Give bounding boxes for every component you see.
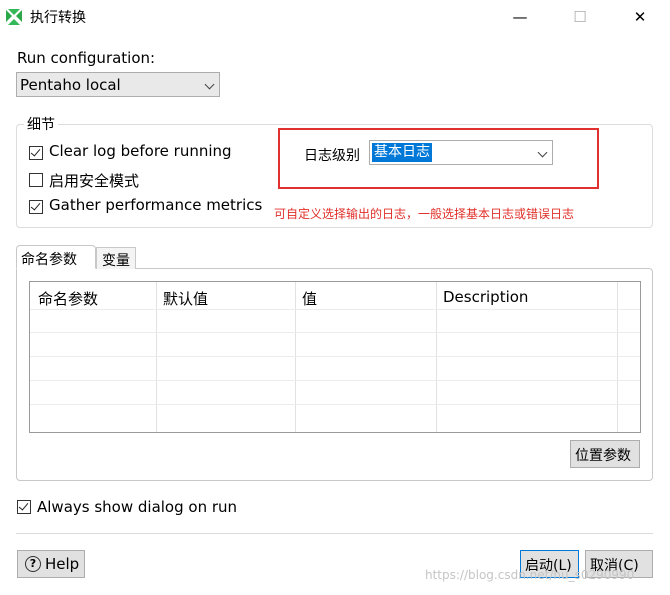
column-divider — [295, 282, 296, 432]
close-button[interactable]: ✕ — [625, 6, 655, 28]
clear-log-label: Clear log before running — [49, 142, 232, 160]
positional-params-button[interactable]: 位置参数 — [570, 440, 640, 468]
safe-mode-checkbox[interactable] — [29, 173, 43, 187]
clear-log-checkbox[interactable] — [29, 146, 43, 160]
annotation-highlight-box — [278, 128, 599, 189]
minimize-button[interactable]: — — [505, 6, 535, 28]
title-bar: 执行转换 — ☐ ✕ — [0, 0, 670, 34]
column-divider — [156, 282, 157, 432]
column-divider — [436, 282, 437, 432]
tab-variables-label: 变量 — [102, 253, 130, 269]
column-header-description[interactable]: Description — [443, 288, 528, 306]
help-label: Help — [45, 555, 80, 573]
tab-named-params-label: 命名参数 — [21, 252, 77, 268]
positional-params-label: 位置参数 — [575, 448, 631, 464]
tab-variables[interactable]: 变量 — [96, 247, 136, 269]
watermark: https://blog.csdn.net/hu_s0290990 — [425, 568, 635, 582]
column-header-default[interactable]: 默认值 — [163, 288, 208, 309]
column-header-value[interactable]: 值 — [302, 288, 317, 309]
always-show-checkbox[interactable] — [17, 500, 31, 514]
run-config-select[interactable]: Pentaho local — [16, 72, 220, 97]
column-divider — [617, 282, 618, 432]
divider — [16, 533, 653, 534]
details-legend: 细节 — [24, 114, 58, 134]
row-divider — [30, 380, 640, 381]
row-divider — [30, 404, 640, 405]
named-params-table[interactable]: 命名参数 默认值 值 Description — [29, 281, 641, 433]
annotation-text: 可自定义选择输出的日志，一般选择基本日志或错误日志 — [274, 207, 575, 221]
row-divider — [30, 309, 640, 310]
pentaho-spoon-icon — [4, 7, 24, 27]
column-header-name[interactable]: 命名参数 — [38, 288, 98, 309]
run-config-label: Run configuration: — [17, 49, 156, 67]
help-icon: ? — [25, 556, 41, 572]
help-button[interactable]: ? Help — [17, 550, 85, 578]
gather-metrics-checkbox[interactable] — [29, 200, 43, 214]
window-title: 执行转换 — [30, 10, 86, 26]
run-config-value: Pentaho local — [20, 76, 121, 94]
tab-named-params[interactable]: 命名参数 — [16, 245, 96, 269]
gather-metrics-label: Gather performance metrics — [49, 196, 263, 214]
safe-mode-label: 启用安全模式 — [49, 172, 140, 190]
row-divider — [30, 356, 640, 357]
always-show-label: Always show dialog on run — [37, 498, 238, 516]
row-divider — [30, 332, 640, 333]
chevron-down-icon — [204, 79, 215, 90]
maximize-button[interactable]: ☐ — [565, 6, 595, 28]
